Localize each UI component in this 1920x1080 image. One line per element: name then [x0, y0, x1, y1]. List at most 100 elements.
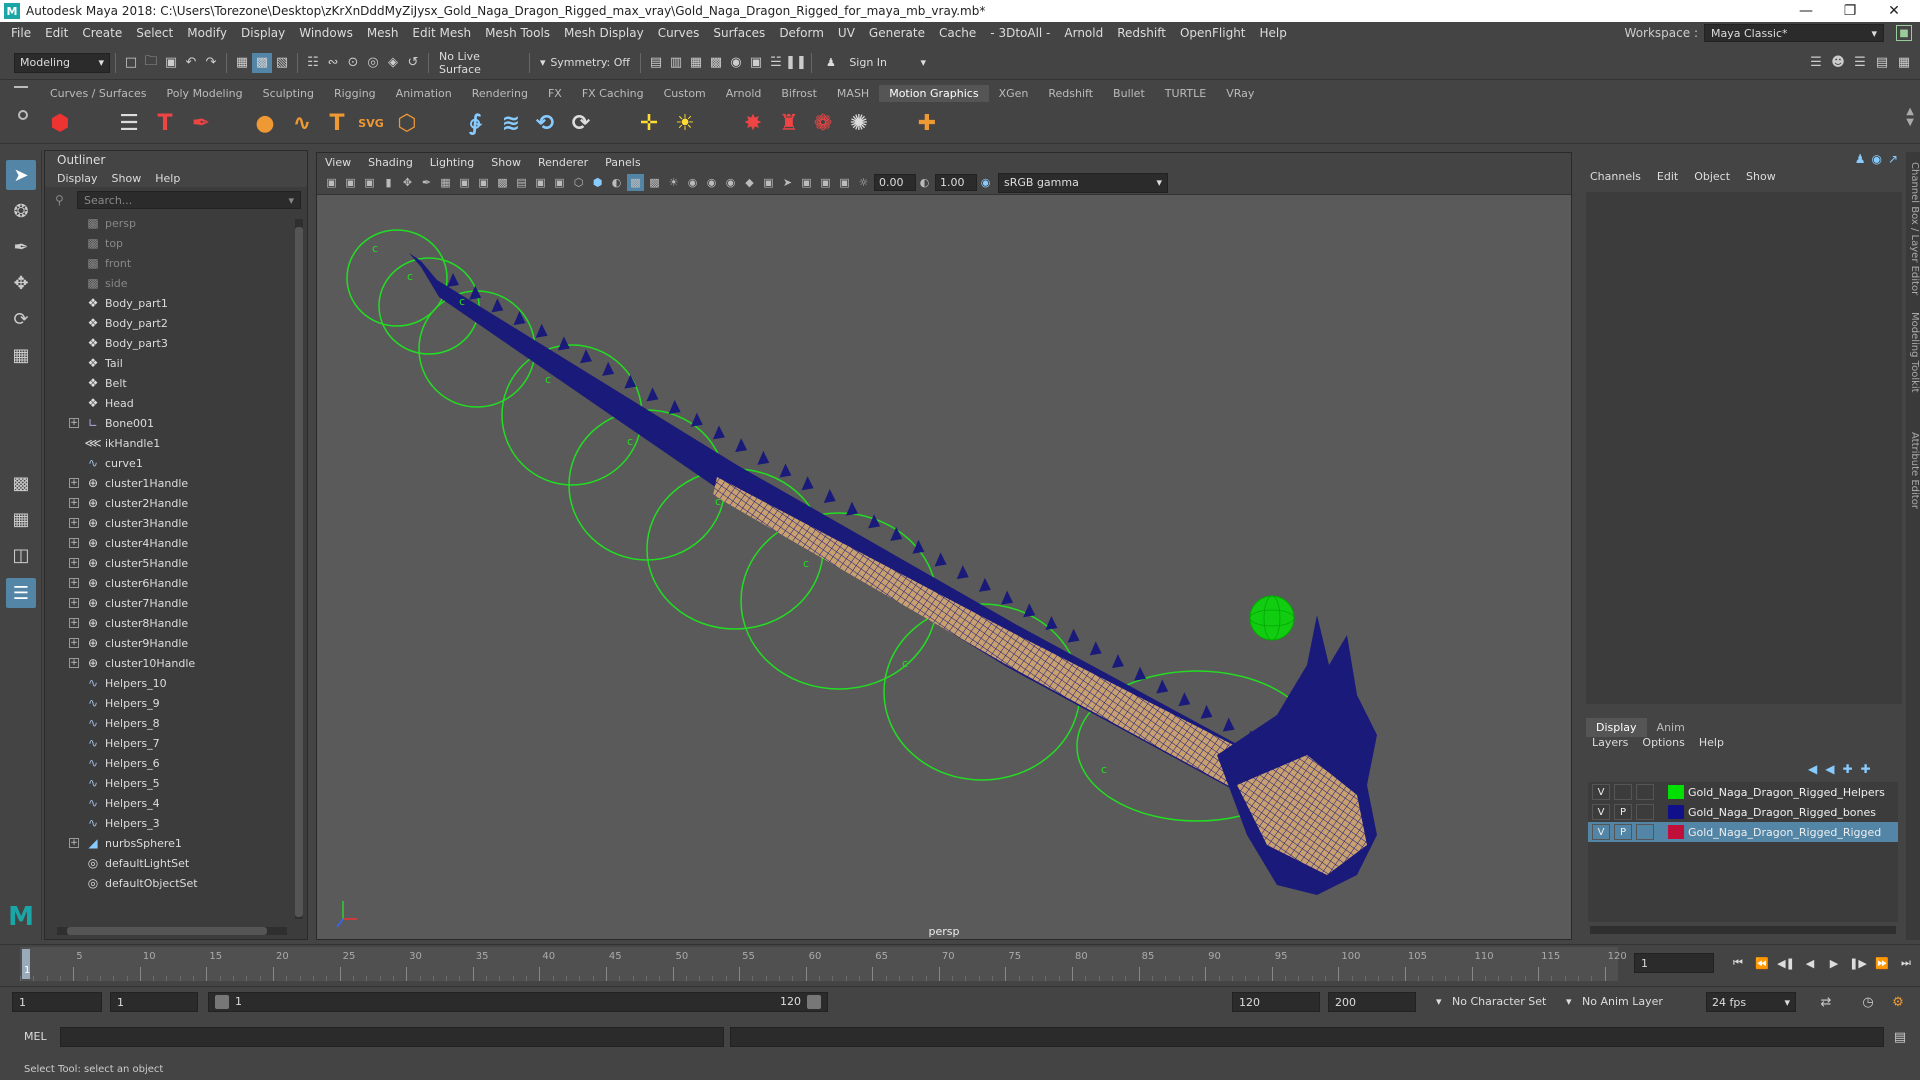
shelf-tab-arnold[interactable]: Arnold	[716, 85, 772, 102]
layer-reference-toggle[interactable]	[1636, 804, 1654, 820]
outliner-item-body-part2[interactable]: ❖ Body_part2	[45, 313, 295, 333]
script-editor-icon[interactable]: ▤	[1890, 1027, 1910, 1047]
playback-end-field[interactable]: 120	[1232, 992, 1320, 1012]
outliner-search-input[interactable]: Search... ▾	[77, 191, 301, 209]
scrollbar-thumb[interactable]	[295, 227, 303, 917]
side-tab-attribute-editor[interactable]: Attribute Editor	[1906, 432, 1920, 509]
mg-light-icon[interactable]: ☀	[670, 108, 700, 138]
layer-color-swatch[interactable]	[1668, 785, 1684, 799]
channel-menu-edit[interactable]: Edit	[1657, 170, 1678, 183]
step-back-frame-icon[interactable]: ◀❚	[1776, 953, 1796, 973]
ambient-occlusion-icon[interactable]: ◉	[684, 174, 701, 191]
outliner-item-helpers-8[interactable]: ∿ Helpers_8	[45, 713, 295, 733]
mg-list-icon[interactable]: ☰	[114, 108, 144, 138]
wireframe-icon[interactable]: ⬡	[570, 174, 587, 191]
viewport-menu-renderer[interactable]: Renderer	[538, 156, 588, 169]
viewport-menu-lighting[interactable]: Lighting	[430, 156, 474, 169]
outliner-item-cluster9handle[interactable]: + ⊕ cluster9Handle	[45, 633, 295, 653]
motion-blur-icon[interactable]: ◉	[703, 174, 720, 191]
outliner-item-helpers-6[interactable]: ∿ Helpers_6	[45, 753, 295, 773]
two-view-icon[interactable]: ◫	[6, 540, 36, 570]
mg-plus-icon[interactable]: ✚	[912, 108, 942, 138]
mg-shirt-icon[interactable]: ♜	[774, 108, 804, 138]
mg-brush-icon[interactable]: ✒	[186, 108, 216, 138]
redo-icon[interactable]: ↷	[201, 53, 221, 73]
field-chart-icon[interactable]: ▤	[513, 174, 530, 191]
expand-icon[interactable]: +	[69, 638, 79, 648]
character-set-dropdown[interactable]: ▾ No Character Set	[1436, 995, 1546, 1008]
menu-openflight[interactable]: OpenFlight	[1173, 26, 1253, 40]
expand-icon[interactable]: +	[69, 598, 79, 608]
cluster-handle-marker[interactable]: c	[407, 270, 413, 283]
viewport-menu-show[interactable]: Show	[491, 156, 521, 169]
shelf-settings-icon[interactable]	[18, 110, 28, 120]
mg-cube-icon[interactable]: ⬢	[45, 108, 75, 138]
layer-menu-layers[interactable]: Layers	[1592, 736, 1628, 749]
outliner-menu-show[interactable]: Show	[112, 172, 142, 185]
play-backward-icon[interactable]: ◀	[1800, 953, 1820, 973]
gate-mask-icon[interactable]: ▩	[494, 174, 511, 191]
viewport-menu-panels[interactable]: Panels	[605, 156, 640, 169]
camera-attr-icon[interactable]: ▣	[342, 174, 359, 191]
outliner-item-defaultlightset[interactable]: ◎ defaultLightSet	[45, 853, 295, 873]
shelf-tab-curves-surfaces[interactable]: Curves / Surfaces	[40, 85, 157, 102]
expand-icon[interactable]: +	[69, 618, 79, 628]
outliner-item-cluster4handle[interactable]: + ⊕ cluster4Handle	[45, 533, 295, 553]
isolate-select-icon[interactable]: ▣	[760, 174, 777, 191]
menu-arnold[interactable]: Arnold	[1057, 26, 1110, 40]
display-toggle-icon[interactable]: ♟	[1855, 152, 1866, 166]
mg-sweep-icon[interactable]: ∲	[460, 108, 490, 138]
layer-tab-display[interactable]: Display	[1586, 718, 1647, 737]
go-to-end-icon[interactable]: ⏭	[1896, 953, 1916, 973]
side-tab-channel-box-layer-editor[interactable]: Channel Box / Layer Editor	[1906, 162, 1920, 295]
shelf-tab-motion-graphics[interactable]: Motion Graphics	[879, 85, 989, 102]
menu-create[interactable]: Create	[75, 26, 129, 40]
render-sequence-icon[interactable]: ▥	[666, 53, 686, 73]
outliner-item-helpers-9[interactable]: ∿ Helpers_9	[45, 693, 295, 713]
symmetry-dropdown[interactable]: ▾ Symmetry: Off	[535, 53, 635, 73]
menu-file[interactable]: File	[4, 26, 38, 40]
menu-generate[interactable]: Generate	[862, 26, 932, 40]
play-forward-icon[interactable]: ▶	[1824, 953, 1844, 973]
mg-burst-icon[interactable]: ✺	[844, 108, 874, 138]
outliner-item-defaultobjectset[interactable]: ◎ defaultObjectSet	[45, 873, 295, 893]
grid-icon[interactable]: ▦	[437, 174, 454, 191]
close-button[interactable]: ✕	[1872, 0, 1916, 22]
shelf-tab-custom[interactable]: Custom	[654, 85, 716, 102]
cluster-handle-marker[interactable]: c	[1101, 763, 1107, 776]
multisample-icon[interactable]: ◉	[722, 174, 739, 191]
shelf-tab-fx-caching[interactable]: FX Caching	[572, 85, 654, 102]
nurbs-sphere[interactable]	[1249, 595, 1295, 641]
mg-box-icon[interactable]: ⬡	[392, 108, 422, 138]
expand-icon[interactable]: +	[69, 498, 79, 508]
ipr-render-icon[interactable]: ▦	[686, 53, 706, 73]
move-layer-down-icon[interactable]: ◀	[1825, 762, 1834, 776]
layer-row[interactable]: V P Gold_Naga_Dragon_Rigged_Rigged	[1588, 822, 1898, 842]
expand-icon[interactable]: +	[69, 418, 79, 428]
maximize-button[interactable]: ❐	[1828, 0, 1872, 22]
save-scene-icon[interactable]: ▣	[161, 53, 181, 73]
open-scene-icon[interactable]: 🗀	[141, 53, 161, 73]
outliner-layout-icon[interactable]: ☰	[6, 578, 36, 608]
outliner-item-helpers-5[interactable]: ∿ Helpers_5	[45, 773, 295, 793]
color-management-icon[interactable]: ◉	[977, 174, 994, 191]
menu-cache[interactable]: Cache	[932, 26, 983, 40]
shelf-tab-redshift[interactable]: Redshift	[1038, 85, 1103, 102]
safe-title-icon[interactable]: ▣	[551, 174, 568, 191]
paint-select-tool-icon[interactable]: ✒	[6, 232, 36, 262]
xray-joints-icon[interactable]: ▣	[798, 174, 815, 191]
render-frame-icon[interactable]: ▤	[646, 53, 666, 73]
pause-icon[interactable]: ❚❚	[785, 53, 807, 73]
menu-mesh-display[interactable]: Mesh Display	[557, 26, 651, 40]
layer-playback-toggle[interactable]	[1614, 784, 1632, 800]
xray-active-icon[interactable]: ▣	[817, 174, 834, 191]
select-object-icon[interactable]: ▩	[252, 52, 272, 73]
channel-box-icon[interactable]: ▦	[1894, 53, 1914, 73]
mg-svg-icon[interactable]: SVG	[356, 108, 386, 138]
step-back-key-icon[interactable]: ⏪	[1752, 953, 1772, 973]
auto-key-icon[interactable]: ◷	[1858, 992, 1878, 1012]
backface-icon[interactable]: ▣	[836, 174, 853, 191]
layer-menu-options[interactable]: Options	[1642, 736, 1684, 749]
menu-mesh[interactable]: Mesh	[360, 26, 406, 40]
anim-prefs-icon[interactable]: ⚙	[1888, 992, 1908, 1012]
